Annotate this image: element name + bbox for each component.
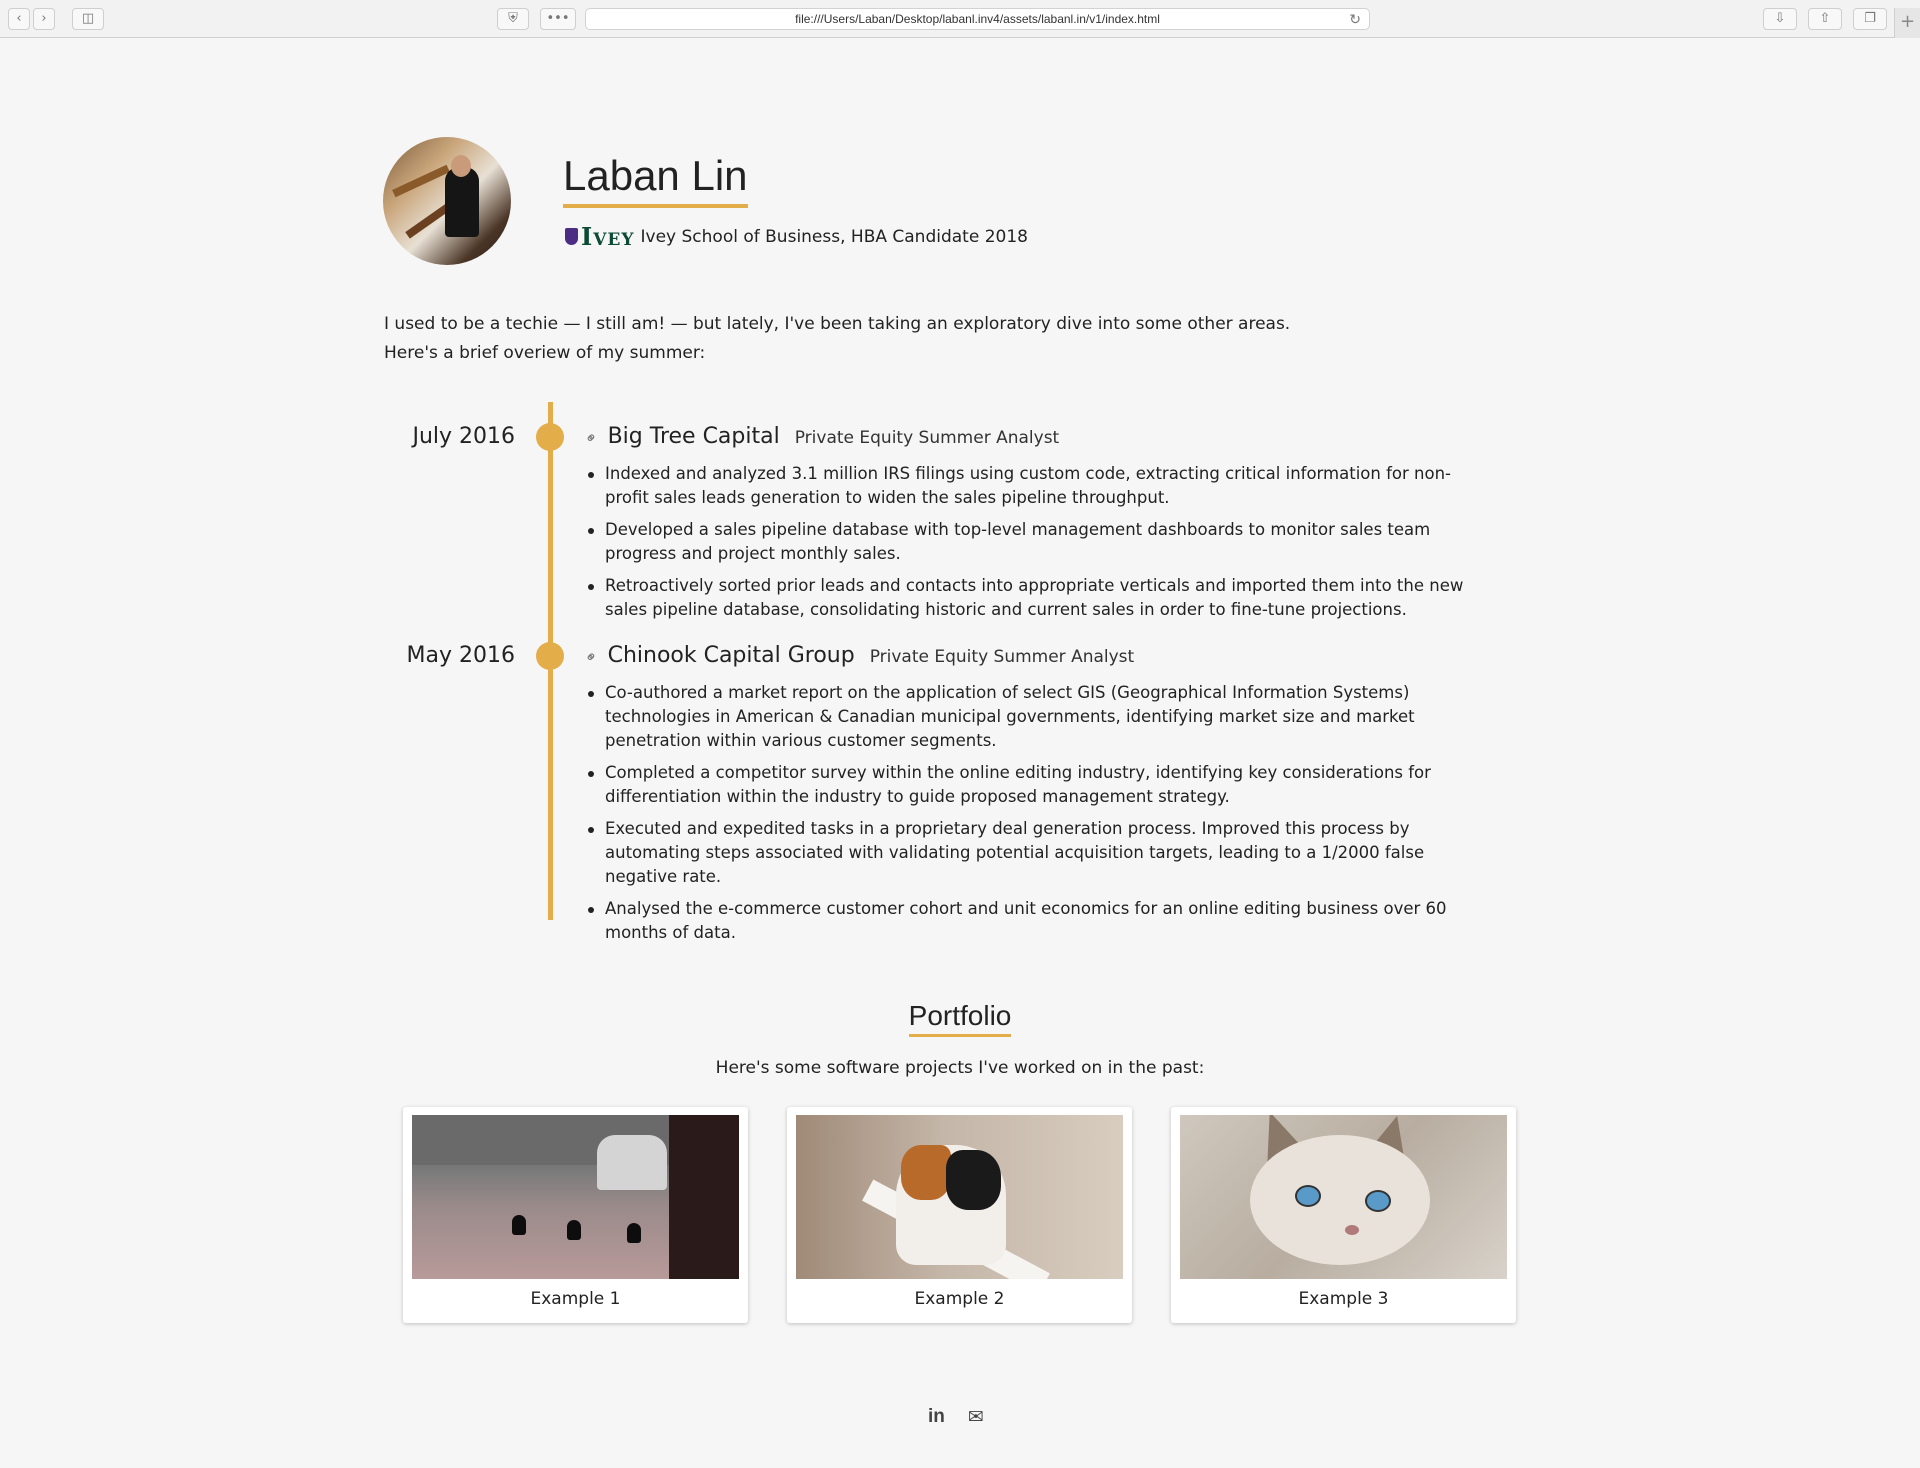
page-title: Laban Lin: [563, 152, 748, 208]
school-line: Ivey Ivey School of Business, HBA Candid…: [565, 222, 1028, 251]
portfolio-caption: Example 3: [1298, 1289, 1389, 1309]
timeline-dot: [536, 423, 564, 451]
portfolio-caption: Example 2: [914, 1289, 1005, 1309]
timeline-date: May 2016: [406, 643, 515, 668]
share-icon[interactable]: ⇧: [1808, 8, 1842, 30]
school-text: Ivey School of Business, HBA Candidate 2…: [640, 226, 1028, 247]
portfolio-caption: Example 1: [530, 1289, 621, 1309]
job-role: Private Equity Summer Analyst: [794, 428, 1060, 448]
list-item: Executed and expedited tasks in a propri…: [588, 817, 1485, 889]
email-icon[interactable]: ✉: [968, 1406, 984, 1428]
portfolio-card[interactable]: Example 2: [787, 1107, 1132, 1323]
tabs-icon[interactable]: ❐: [1853, 8, 1887, 30]
timeline-date: July 2016: [412, 424, 515, 449]
job-heading: ⚭ Chinook Capital Group Private Equity S…: [580, 643, 1135, 668]
company-name[interactable]: Chinook Capital Group: [608, 643, 855, 668]
portfolio-heading: Portfolio: [0, 1000, 1920, 1037]
linkedin-icon[interactable]: in: [928, 1406, 945, 1428]
browser-toolbar: ‹ › ◫ ⛨ ••• file:///Users/Laban/Desktop/…: [0, 0, 1920, 38]
list-item: Co-authored a market report on the appli…: [588, 681, 1485, 753]
shield-icon[interactable]: ⛨: [497, 8, 529, 30]
intro-text: I used to be a techie — I still am! — bu…: [384, 314, 1291, 363]
avatar: [383, 137, 511, 265]
url-text: file:///Users/Laban/Desktop/labanl.inv4/…: [795, 12, 1160, 26]
list-item: Completed a competitor survey within the…: [588, 761, 1485, 809]
forward-icon[interactable]: ›: [33, 8, 55, 30]
portfolio-thumbnail[interactable]: [1180, 1115, 1507, 1279]
download-icon[interactable]: ⇩: [1763, 8, 1797, 30]
sidebar-icon[interactable]: ◫: [72, 8, 104, 30]
link-icon[interactable]: ⚭: [580, 427, 602, 449]
portfolio-card[interactable]: Example 1: [403, 1107, 748, 1323]
reload-icon[interactable]: ↻: [1349, 9, 1361, 29]
back-icon[interactable]: ‹: [8, 8, 30, 30]
link-icon[interactable]: ⚭: [580, 646, 602, 668]
portfolio-card[interactable]: Example 3: [1171, 1107, 1516, 1323]
more-icon[interactable]: •••: [540, 8, 576, 30]
job-bullets: Indexed and analyzed 3.1 million IRS fil…: [588, 462, 1485, 630]
job-heading: ⚭ Big Tree Capital Private Equity Summer…: [580, 424, 1060, 449]
new-tab-icon[interactable]: +: [1894, 8, 1920, 38]
job-bullets: Co-authored a market report on the appli…: [588, 681, 1485, 953]
address-bar[interactable]: file:///Users/Laban/Desktop/labanl.inv4/…: [585, 8, 1370, 30]
company-name[interactable]: Big Tree Capital: [608, 424, 780, 449]
list-item: Retroactively sorted prior leads and con…: [588, 574, 1485, 622]
ivey-logo: Ivey: [565, 222, 635, 251]
portfolio-subtitle: Here's some software projects I've worke…: [715, 1058, 1205, 1078]
portfolio-thumbnail[interactable]: [412, 1115, 739, 1279]
ivey-shield-icon: [565, 228, 578, 245]
portfolio-thumbnail[interactable]: [796, 1115, 1123, 1279]
list-item: Analysed the e-commerce customer cohort …: [588, 897, 1485, 945]
list-item: Developed a sales pipeline database with…: [588, 518, 1485, 566]
job-role: Private Equity Summer Analyst: [869, 647, 1135, 667]
timeline-dot: [536, 642, 564, 670]
list-item: Indexed and analyzed 3.1 million IRS fil…: [588, 462, 1485, 510]
